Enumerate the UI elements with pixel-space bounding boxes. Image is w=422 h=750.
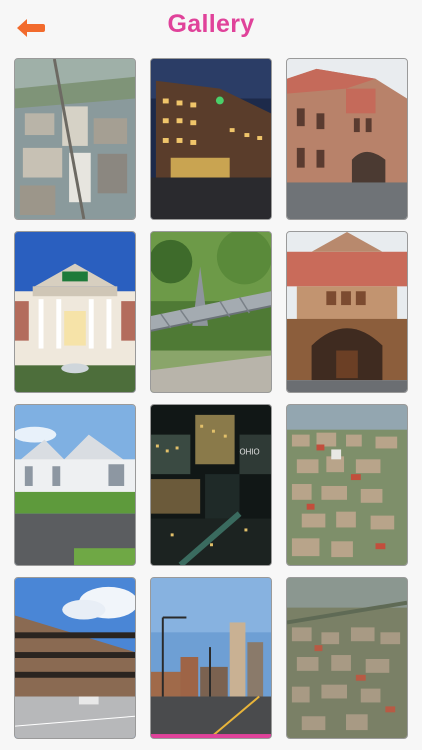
gallery-photo-station-arch[interactable] bbox=[286, 231, 408, 393]
bottom-spacer bbox=[0, 742, 422, 750]
iron-bridge-image bbox=[151, 232, 271, 392]
top-bar: Gallery bbox=[0, 0, 422, 56]
gallery-photo-town-aerial[interactable] bbox=[286, 404, 408, 566]
gallery-photo-hotel-night[interactable] bbox=[150, 58, 272, 220]
gallery-photo-downtown-street[interactable] bbox=[150, 577, 272, 739]
city-night-image: OHIO bbox=[151, 405, 271, 565]
aerial-overview-image bbox=[287, 578, 407, 738]
aerial-city-image bbox=[15, 59, 135, 219]
brick-station-image bbox=[287, 59, 407, 219]
gallery-photo-city-night[interactable]: OHIO bbox=[150, 404, 272, 566]
page-title: Gallery bbox=[167, 10, 255, 38]
station-arch-image bbox=[287, 232, 407, 392]
gallery-photo-brick-station[interactable] bbox=[286, 58, 408, 220]
gallery-photo-holiday-inn[interactable] bbox=[14, 231, 136, 393]
gallery-photo-aerial-overview[interactable] bbox=[286, 577, 408, 739]
parking-garage-image bbox=[15, 578, 135, 738]
downtown-street-image bbox=[151, 578, 271, 738]
gallery-photo-parking-garage[interactable] bbox=[14, 577, 136, 739]
holiday-inn-image bbox=[15, 232, 135, 392]
gallery-photo-white-house[interactable] bbox=[14, 404, 136, 566]
photo-grid: OHIO bbox=[14, 58, 408, 739]
svg-text:OHIO: OHIO bbox=[240, 447, 260, 456]
gallery-photo-aerial-city[interactable] bbox=[14, 58, 136, 220]
gallery-photo-iron-bridge[interactable] bbox=[150, 231, 272, 393]
white-house-image bbox=[15, 405, 135, 565]
town-aerial-image bbox=[287, 405, 407, 565]
hotel-night-image bbox=[151, 59, 271, 219]
